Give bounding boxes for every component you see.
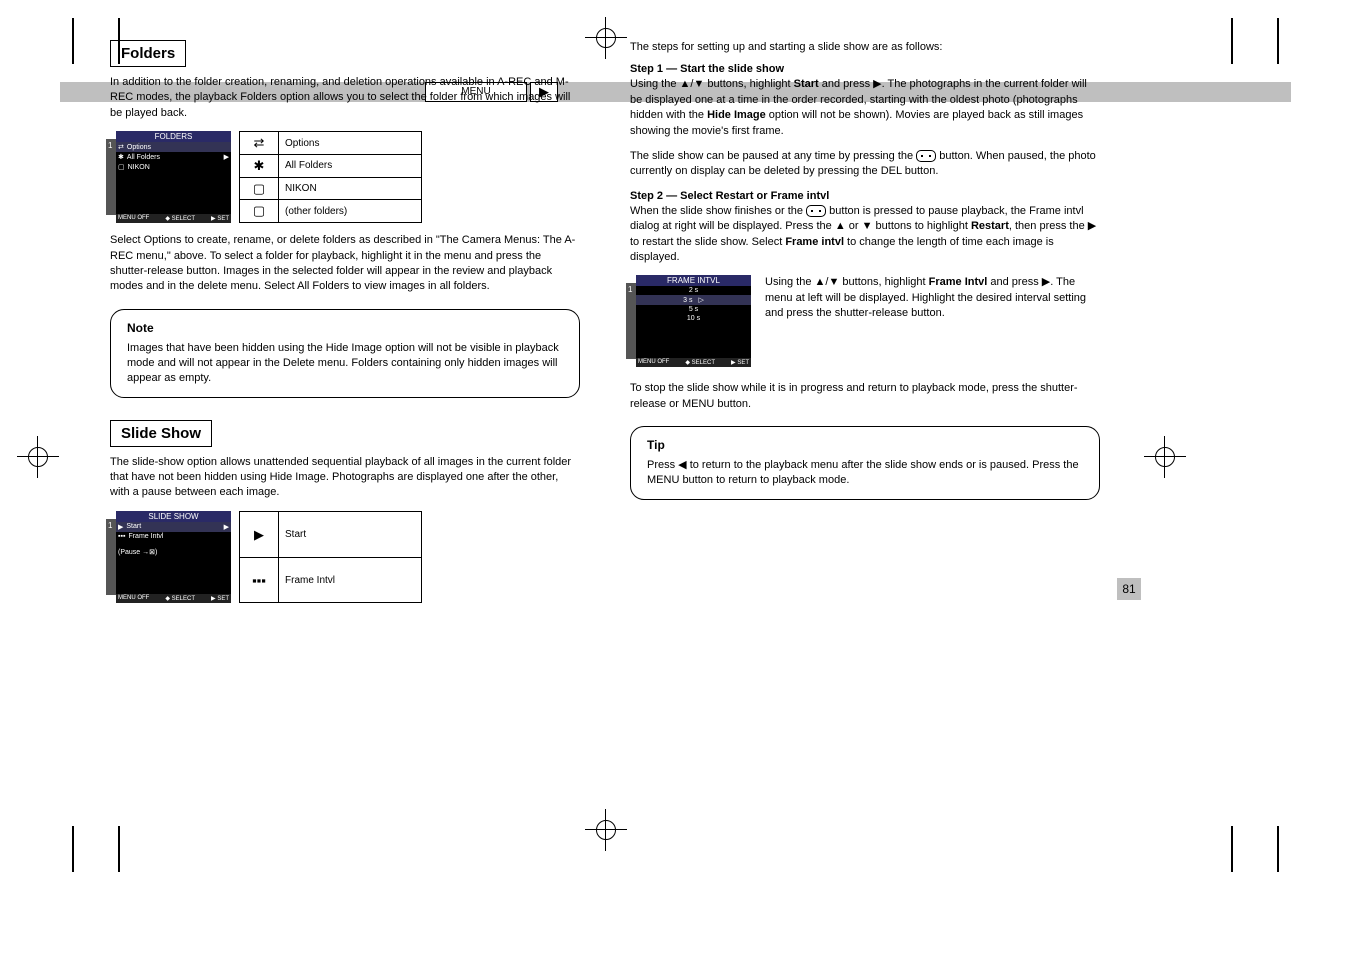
table-row: ▪▪▪Frame Intvl <box>240 558 422 602</box>
step1-body: Using the ▲/▼ buttons, highlight Start a… <box>630 77 1100 139</box>
crop-br-2 <box>1231 826 1233 872</box>
lcd-bottom-label: ▶ SET <box>211 215 229 222</box>
right-column: The steps for setting up and starting a … <box>630 0 1100 500</box>
lcd-bottom-label: ◆ SELECT <box>685 359 715 366</box>
lcd-side-tab: 1 <box>628 285 632 294</box>
step2-subbody: Using the ▲/▼ buttons, highlight Frame I… <box>765 275 1100 321</box>
play-icon: ▶ <box>240 511 279 558</box>
folders-lcd: 1 FOLDERS ⇄Options ✱All Folders▶ ▢NIKON … <box>116 131 231 223</box>
table-row: ✱All Folders <box>240 154 422 177</box>
tip-note: Tip Press ◀ to return to the playback me… <box>630 426 1100 500</box>
lcd-bottom-label: MENU OFF <box>118 595 149 602</box>
lcd-row: 5 s <box>636 305 751 314</box>
lcd-side-tab: 1 <box>108 141 112 150</box>
lcd-bottom-label: ◆ SELECT <box>165 215 195 222</box>
lcd-title: FOLDERS <box>116 131 231 142</box>
lcd-row: 3 s▷ <box>636 295 751 305</box>
lcd-title: FRAME INTVL <box>636 275 751 286</box>
tip-body: Press ◀ to return to the playback menu a… <box>647 458 1083 489</box>
lcd-row: ⇄Options <box>116 142 231 152</box>
lcd-row: 2 s <box>636 286 751 295</box>
step-2: Step 2 — Select Restart or Frame intvl <box>630 190 1100 202</box>
table-row: ▢(other folders) <box>240 200 422 223</box>
pause-para: The slide show can be paused at any time… <box>630 149 1100 180</box>
lcd-row: ▪▪▪Frame Intvl <box>116 532 231 541</box>
table-row: ⇄Options <box>240 132 422 155</box>
crop-bl-2 <box>118 826 120 872</box>
lcd-row: (Pause →⊠) <box>116 547 231 557</box>
crop-tl-1 <box>72 18 74 64</box>
crop-tr-2 <box>1231 18 1233 64</box>
folders-intro: In addition to the folder creation, rena… <box>110 75 580 121</box>
reg-top-center <box>596 28 616 48</box>
folders-heading: Folders <box>110 40 186 67</box>
reg-right <box>1155 447 1175 467</box>
slideshow-lcd: 1 SLIDE SHOW ▶Start▶ ▪▪▪Frame Intvl (Pau… <box>116 511 231 603</box>
lcd-row: ▶Start▶ <box>116 522 231 532</box>
folders-note: Note Images that have been hidden using … <box>110 309 580 398</box>
under-para: To stop the slide show while it is in pr… <box>630 381 1100 412</box>
start-intro: The steps for setting up and starting a … <box>630 40 1100 55</box>
note-heading: Note <box>127 320 563 337</box>
swap-icon: ⇄ <box>240 132 279 155</box>
page-number: 81 <box>1117 578 1141 600</box>
lcd-bottom-label: ▶ SET <box>731 359 749 366</box>
table-cell: NIKON <box>279 177 422 200</box>
lcd-side-tab: 1 <box>108 521 112 530</box>
folders-option-table: ⇄Options ✱All Folders ▢NIKON ▢(other fol… <box>239 131 422 223</box>
slideshow-option-table: ▶Start ▪▪▪Frame Intvl <box>239 511 422 603</box>
slideshow-heading: Slide Show <box>110 420 212 447</box>
crop-tr-1 <box>1277 18 1279 64</box>
left-column: Folders In addition to the folder creati… <box>110 0 580 603</box>
lcd-row: 10 s <box>636 314 751 323</box>
table-cell: Start <box>279 511 422 558</box>
folder-icon: ▢ <box>240 177 279 200</box>
lcd-bottom-label: MENU OFF <box>118 215 149 222</box>
shuttle-icon <box>806 205 826 217</box>
lcd-row: ✱All Folders▶ <box>116 152 231 162</box>
note-heading: Tip <box>647 437 1083 454</box>
table-cell: Frame Intvl <box>279 558 422 602</box>
table-cell: Options <box>279 132 422 155</box>
table-cell: All Folders <box>279 154 422 177</box>
reg-bottom-center <box>596 820 616 840</box>
note-body: Images that have been hidden using the H… <box>127 341 563 387</box>
table-row: ▢NIKON <box>240 177 422 200</box>
lcd-title: SLIDE SHOW <box>116 511 231 522</box>
reg-left <box>28 447 48 467</box>
step2-body: When the slide show finishes or the butt… <box>630 204 1100 266</box>
crop-br-1 <box>1277 826 1279 872</box>
dots-icon: ▪▪▪ <box>240 558 279 602</box>
crop-bl-1 <box>72 826 74 872</box>
asterisk-icon: ✱ <box>240 154 279 177</box>
step-1: Step 1 — Start the slide show <box>630 63 1100 75</box>
table-row: ▶Start <box>240 511 422 558</box>
folders-para1: Select Options to create, rename, or del… <box>110 233 580 295</box>
lcd-bottom-label: ◆ SELECT <box>165 595 195 602</box>
frame-intvl-lcd: 1 FRAME INTVL 2 s 3 s▷ 5 s 10 s MENU OFF… <box>636 275 751 367</box>
lcd-row: ▢NIKON <box>116 162 231 172</box>
table-cell: (other folders) <box>279 200 422 223</box>
slideshow-intro: The slide-show option allows unattended … <box>110 455 580 501</box>
shuttle-icon <box>916 150 936 162</box>
lcd-bottom-label: MENU OFF <box>638 359 669 366</box>
lcd-bottom-label: ▶ SET <box>211 595 229 602</box>
folder-icon: ▢ <box>240 200 279 223</box>
